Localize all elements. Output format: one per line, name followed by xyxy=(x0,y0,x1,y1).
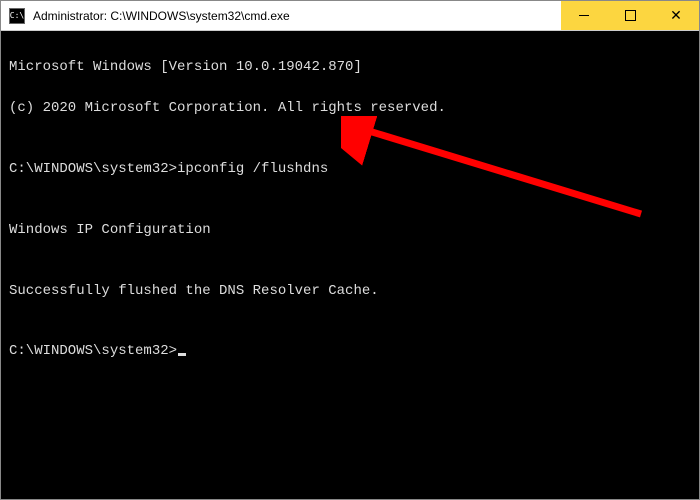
maximize-button[interactable] xyxy=(607,1,653,30)
cmd-icon: C:\ xyxy=(9,8,25,24)
prompt-path: C:\WINDOWS\system32> xyxy=(9,161,177,177)
minimize-button[interactable] xyxy=(561,1,607,30)
output-line: Windows IP Configuration xyxy=(9,220,691,240)
cmd-window: C:\ Administrator: C:\WINDOWS\system32\c… xyxy=(0,0,700,500)
prompt-line: C:\WINDOWS\system32>ipconfig /flushdns xyxy=(9,159,691,179)
output-line: Successfully flushed the DNS Resolver Ca… xyxy=(9,281,691,301)
window-title: Administrator: C:\WINDOWS\system32\cmd.e… xyxy=(33,9,561,23)
terminal-area[interactable]: Microsoft Windows [Version 10.0.19042.87… xyxy=(1,31,699,499)
command-text: ipconfig /flushdns xyxy=(177,161,328,177)
prompt-path: C:\WINDOWS\system32> xyxy=(9,343,177,359)
window-controls: ✕ xyxy=(561,1,699,30)
close-button[interactable]: ✕ xyxy=(653,1,699,30)
titlebar[interactable]: C:\ Administrator: C:\WINDOWS\system32\c… xyxy=(1,1,699,31)
output-line: (c) 2020 Microsoft Corporation. All righ… xyxy=(9,98,691,118)
cursor xyxy=(178,353,186,356)
output-line: Microsoft Windows [Version 10.0.19042.87… xyxy=(9,57,691,77)
prompt-line: C:\WINDOWS\system32> xyxy=(9,341,691,361)
